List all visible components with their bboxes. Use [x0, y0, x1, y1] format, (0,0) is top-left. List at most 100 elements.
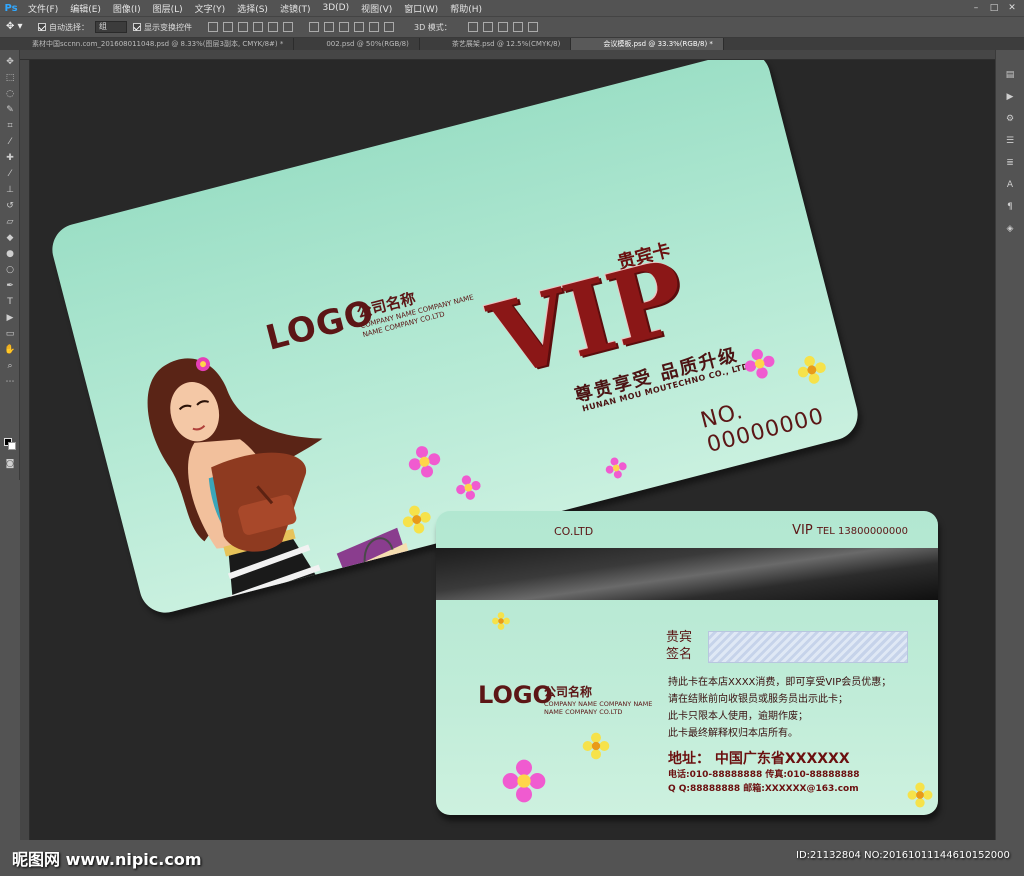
close-icon[interactable]: ✕ — [1006, 3, 1018, 13]
zoom-tool-icon[interactable]: ⌕ — [4, 360, 16, 372]
distribute-top-icon[interactable] — [309, 22, 319, 32]
quick-mask-icon[interactable]: ◙ — [4, 458, 16, 470]
properties-panel-icon[interactable]: ⚙ — [1003, 112, 1017, 126]
distribute-left-icon[interactable] — [354, 22, 364, 32]
mode-3d-buttons — [467, 22, 538, 32]
menu-image[interactable]: 图像(I) — [107, 2, 147, 15]
vertical-ruler[interactable] — [20, 60, 30, 840]
healing-brush-tool-icon[interactable]: ✚ — [4, 152, 16, 164]
document-tabs: 素材中国sccnn.com_201608011048.psd @ 8.33%(图… — [0, 38, 1024, 50]
checkbox-icon — [38, 23, 46, 31]
menu-layer[interactable]: 图层(L) — [147, 2, 189, 15]
menu-3d[interactable]: 3D(D) — [316, 3, 355, 13]
tab-document-1[interactable]: 素材中国sccnn.com_201608011048.psd @ 8.33%(图… — [0, 38, 295, 50]
slide-3d-icon[interactable] — [512, 22, 523, 32]
show-transform-label: 显示变换控件 — [144, 22, 192, 32]
minimize-icon[interactable]: – — [970, 3, 982, 13]
photoshop-window: Ps 文件(F) 编辑(E) 图像(I) 图层(L) 文字(Y) 选择(S) 滤… — [0, 0, 1024, 876]
menu-file[interactable]: 文件(F) — [22, 2, 64, 15]
signature-label-line-2: 签名 — [666, 647, 693, 662]
rotate-3d-icon[interactable] — [467, 22, 478, 32]
back-company-en-1: COMPANY NAME COMPANY NAME — [544, 700, 653, 708]
signature-label: 贵宾 签名 — [666, 629, 692, 663]
magnetic-stripe — [436, 548, 938, 600]
path-select-tool-icon[interactable]: ▶ — [4, 312, 16, 324]
type-tool-icon[interactable]: T — [4, 296, 16, 308]
align-right-icon[interactable] — [283, 22, 293, 32]
eraser-tool-icon[interactable]: ▱ — [4, 216, 16, 228]
clone-stamp-tool-icon[interactable]: ⊥ — [4, 184, 16, 196]
history-panel-icon[interactable]: ▤ — [1003, 68, 1017, 82]
align-top-icon[interactable] — [208, 22, 218, 32]
qq-email-line: Q Q:88888888 邮箱:XXXXXX@163.com — [668, 784, 859, 794]
move-tool-preset-icon[interactable]: ✥ ▾ — [6, 19, 32, 35]
menu-edit[interactable]: 编辑(E) — [64, 2, 107, 15]
nipic-id-watermark: ID:21132804 NO:20161011144610152000 — [796, 850, 1010, 861]
brush-tool-icon[interactable]: ⁄ — [4, 168, 16, 180]
drag-3d-icon[interactable] — [497, 22, 508, 32]
show-transform-checkbox[interactable]: 显示变换控件 — [133, 22, 192, 33]
menu-filter[interactable]: 滤镜(T) — [274, 2, 317, 15]
move-tool-icon[interactable]: ✥ — [4, 56, 16, 68]
distribute-right-icon[interactable] — [384, 22, 394, 32]
blur-tool-icon[interactable]: ● — [4, 248, 16, 260]
contact-block: 电话:010-88888888 传真:010-88888888 Q Q:8888… — [668, 768, 860, 796]
pink-flower-icon — [408, 446, 441, 478]
scale-3d-icon[interactable] — [527, 22, 538, 32]
menu-view[interactable]: 视图(V) — [355, 2, 398, 15]
front-company-block: 公司名称 COMPANY NAME COMPANY NAME NAME COMP… — [354, 273, 477, 340]
card-number: NO. 00000000 — [698, 371, 860, 458]
card-rules: 持此卡在本店XXXX消费，即可享受VIP会员优惠； 请在结账前向收银员或服务员出… — [668, 674, 891, 742]
vip-card-back: CO.LTD VIP TEL 13800000000 贵宾 签名 LOGO 公司… — [436, 511, 938, 815]
brush-panel-icon[interactable]: ≣ — [1003, 156, 1017, 170]
align-left-icon[interactable] — [253, 22, 263, 32]
tab-document-2[interactable]: 002.psd @ 50%(RGB/8) — [294, 38, 420, 50]
marquee-tool-icon[interactable]: ⬚ — [4, 72, 16, 84]
pink-flower-icon — [744, 348, 775, 379]
lasso-tool-icon[interactable]: ◌ — [4, 88, 16, 100]
character-panel-icon[interactable]: A — [1003, 178, 1017, 192]
align-bottom-icon[interactable] — [238, 22, 248, 32]
3d-panel-icon[interactable]: ◈ — [1003, 222, 1017, 236]
distribute-hcenter-icon[interactable] — [369, 22, 379, 32]
menu-select[interactable]: 选择(S) — [231, 2, 274, 15]
more-tools-icon[interactable]: ⋯ — [4, 376, 16, 388]
history-brush-tool-icon[interactable]: ↺ — [4, 200, 16, 212]
dodge-tool-icon[interactable]: ○ — [4, 264, 16, 276]
menu-bar: Ps 文件(F) 编辑(E) 图像(I) 图层(L) 文字(Y) 选择(S) 滤… — [0, 0, 1024, 16]
auto-select-checkbox[interactable]: 自动选择： — [38, 22, 89, 33]
auto-select-dropdown[interactable]: 组 — [95, 21, 127, 33]
menu-window[interactable]: 窗口(W) — [398, 2, 444, 15]
roll-3d-icon[interactable] — [482, 22, 493, 32]
actions-panel-icon[interactable]: ▶ — [1003, 90, 1017, 104]
pen-tool-icon[interactable]: ✒ — [4, 280, 16, 292]
eyedropper-tool-icon[interactable]: ⁄ — [4, 136, 16, 148]
adjustments-panel-icon[interactable]: ☰ — [1003, 134, 1017, 148]
distribute-vcenter-icon[interactable] — [324, 22, 334, 32]
quick-select-tool-icon[interactable]: ✎ — [4, 104, 16, 116]
tools-panel: ✥ ⬚ ◌ ✎ ⌗ ⁄ ✚ ⁄ ⊥ ↺ ▱ ◆ ● ○ ✒ T ▶ ▭ ✋ ⌕ … — [0, 50, 20, 480]
ps-logo-icon: Ps — [4, 2, 18, 14]
document-canvas[interactable]: LOGO 公司名称 COMPANY NAME COMPANY NAME NAME… — [30, 60, 995, 840]
color-swatches[interactable] — [4, 438, 17, 451]
menu-help[interactable]: 帮助(H) — [444, 2, 488, 15]
maximize-icon[interactable]: □ — [988, 3, 1000, 13]
background-color-swatch[interactable] — [8, 442, 16, 450]
shape-tool-icon[interactable]: ▭ — [4, 328, 16, 340]
mode-3d-label: 3D 模式： — [414, 22, 452, 32]
tab-document-4[interactable]: 会议模板.psd @ 33.3%(RGB/8) * — [571, 38, 724, 50]
align-hcenter-icon[interactable] — [268, 22, 278, 32]
distribute-buttons — [309, 22, 394, 32]
hand-tool-icon[interactable]: ✋ — [4, 344, 16, 356]
paragraph-panel-icon[interactable]: ¶ — [1003, 200, 1017, 214]
align-vcenter-icon[interactable] — [223, 22, 233, 32]
paint-bucket-tool-icon[interactable]: ◆ — [4, 232, 16, 244]
crop-tool-icon[interactable]: ⌗ — [4, 120, 16, 132]
distribute-bottom-icon[interactable] — [339, 22, 349, 32]
horizontal-ruler[interactable] — [20, 50, 995, 60]
girl-shopping-illustration — [147, 357, 429, 619]
back-tel-label: TEL 13800000000 — [816, 526, 908, 537]
menu-type[interactable]: 文字(Y) — [189, 2, 232, 15]
back-logo: LOGO — [478, 681, 553, 709]
tab-document-3[interactable]: 茶艺展架.psd @ 12.5%(CMYK/8) — [420, 38, 572, 50]
